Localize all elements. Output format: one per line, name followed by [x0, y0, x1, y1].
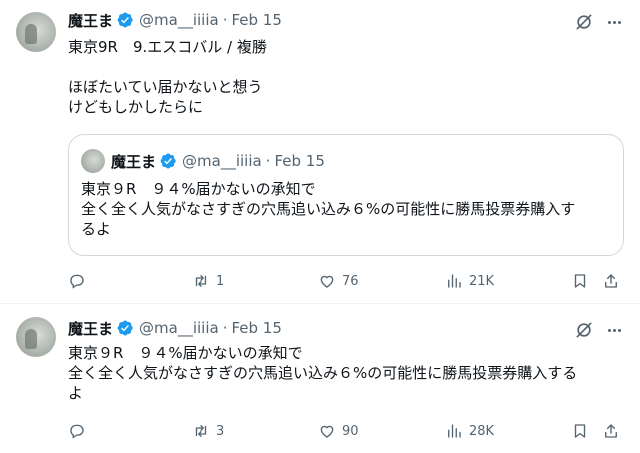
views-icon: [448, 274, 461, 288]
verified-badge-icon: [117, 12, 133, 28]
quoted-tweet[interactable]: 魔王ま @ma__iiiia · Feb 15 東京９R ９４%届かないの承知で…: [68, 134, 624, 256]
repost-icon: [195, 425, 207, 437]
tweet[interactable]: 魔王ま @ma__iiiia · Feb 15 東京９R ９４%届かないの承知で…: [0, 305, 640, 453]
grok-icon[interactable]: [574, 320, 594, 340]
like-count: 76: [342, 273, 359, 289]
grok-icon[interactable]: [574, 12, 594, 32]
tweet-text: 東京９R ９４%届かないの承知で 全く全く人気がなさすぎの穴馬追い込み６%の可能…: [68, 344, 578, 402]
author-handle[interactable]: @ma__iiiia: [139, 319, 219, 337]
bookmark-icon: [574, 424, 586, 438]
more-icon[interactable]: [604, 320, 624, 340]
like-button[interactable]: 90: [318, 419, 359, 443]
quote-header: 魔王ま @ma__iiiia · Feb 15: [111, 151, 325, 171]
tweet-date[interactable]: Feb 15: [231, 11, 281, 29]
like-count: 90: [342, 423, 359, 439]
like-button[interactable]: 76: [318, 269, 359, 293]
avatar[interactable]: [16, 12, 56, 52]
views-count: 28K: [469, 423, 495, 439]
repost-button[interactable]: 1: [192, 269, 224, 293]
verified-badge-icon: [160, 153, 176, 169]
tweet-header: 魔王ま @ma__iiiia · Feb 15: [68, 318, 282, 338]
avatar[interactable]: [16, 317, 56, 357]
quote-author-name: 魔王ま: [111, 152, 157, 171]
reply-button[interactable]: [68, 419, 92, 443]
like-icon: [320, 425, 334, 438]
repost-icon: [195, 275, 207, 287]
reply-button[interactable]: [68, 269, 92, 293]
tweet-header: 魔王ま @ma__iiiia · Feb 15: [68, 10, 282, 30]
quote-avatar: [81, 149, 105, 173]
like-icon: [320, 275, 334, 288]
bookmark-button[interactable]: [571, 269, 589, 293]
quote-date: Feb 15: [274, 152, 325, 170]
reply-icon: [70, 424, 84, 439]
views-button[interactable]: 21K: [445, 269, 494, 293]
repost-count: 3: [216, 423, 225, 439]
separator-dot: ·: [222, 319, 228, 337]
views-button[interactable]: 28K: [445, 419, 494, 443]
share-button[interactable]: [602, 269, 620, 293]
bookmark-button[interactable]: [571, 419, 589, 443]
author-name[interactable]: 魔王ま: [68, 10, 113, 31]
quote-text: 東京９R ９４%届かないの承知で 全く全く人気がなさすぎの穴馬追い込み６%の可能…: [81, 180, 576, 238]
share-icon: [605, 424, 617, 438]
share-icon: [605, 274, 617, 288]
share-button[interactable]: [602, 419, 620, 443]
tweet-text: 東京9R 9.エスコバル / 複勝 ほぼたいてい届かないと想う けどもしかしたら…: [68, 38, 267, 116]
more-icon[interactable]: [604, 12, 624, 32]
separator-dot: ·: [265, 152, 271, 170]
action-bar: 1 76 21K: [68, 269, 628, 293]
views-icon: [448, 424, 461, 438]
tweet[interactable]: 魔王ま @ma__iiiia · Feb 15 東京9R 9.エスコバル / 複…: [0, 0, 640, 304]
quote-author-handle: @ma__iiiia: [182, 152, 262, 170]
bookmark-icon: [574, 274, 586, 288]
tweet-date[interactable]: Feb 15: [231, 319, 281, 337]
repost-button[interactable]: 3: [192, 419, 224, 443]
separator-dot: ·: [222, 11, 228, 29]
reply-icon: [70, 274, 84, 289]
author-handle[interactable]: @ma__iiiia: [139, 11, 219, 29]
verified-badge-icon: [117, 320, 133, 336]
repost-count: 1: [216, 273, 225, 289]
action-bar: 3 90 28K: [68, 419, 628, 443]
author-name[interactable]: 魔王ま: [68, 318, 113, 339]
views-count: 21K: [469, 273, 495, 289]
